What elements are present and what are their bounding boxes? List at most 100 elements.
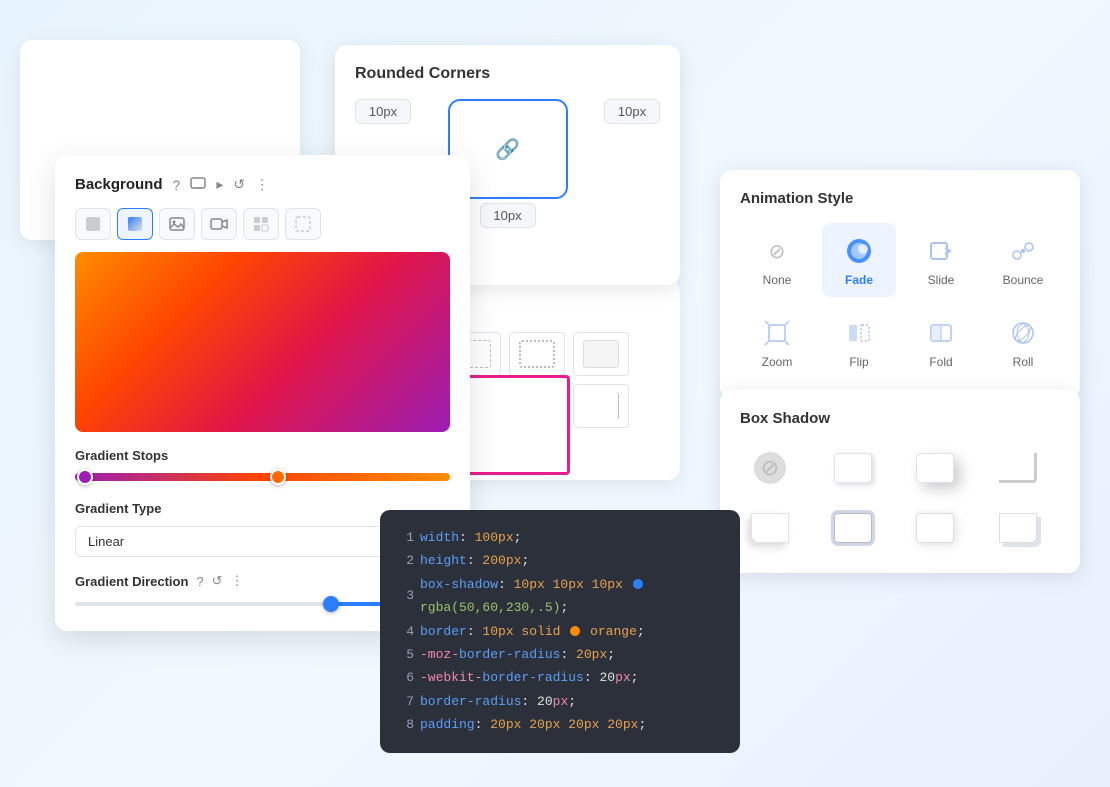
- line-num-7: 7: [398, 690, 414, 713]
- panel-header: Background ? ▸ ↺ ⋮: [75, 175, 450, 194]
- dir-undo-icon[interactable]: ↺: [212, 573, 223, 589]
- anim-fold-icon: [923, 315, 959, 351]
- shadow-s5[interactable]: [823, 503, 883, 553]
- gradient-preview: [75, 252, 450, 432]
- line-num-3: 3: [398, 584, 414, 607]
- anim-flip-label: Flip: [849, 355, 868, 369]
- anim-slide[interactable]: Slide: [904, 223, 978, 297]
- anim-zoom[interactable]: Zoom: [740, 305, 814, 379]
- dir-menu-icon[interactable]: ⋮: [231, 573, 244, 589]
- link-icon: 🔗: [495, 137, 520, 162]
- anim-roll[interactable]: Roll: [986, 305, 1060, 379]
- anim-none-icon: ⊘: [759, 233, 795, 269]
- anim-none-label: None: [763, 273, 792, 287]
- shadow-s2[interactable]: [905, 443, 965, 493]
- shadow-s1[interactable]: [823, 443, 883, 493]
- corner-top-left[interactable]: 10px: [355, 99, 411, 124]
- shadow-s3[interactable]: [988, 443, 1048, 493]
- box-shadow-title: Box Shadow: [740, 410, 1060, 427]
- fill-pattern-btn[interactable]: [243, 208, 279, 240]
- shadow-s2-preview: [916, 453, 954, 483]
- border-opt-4-inner: [583, 340, 619, 368]
- device-icon: [190, 175, 206, 194]
- code-content-1: width: 100px;: [420, 526, 521, 549]
- line-num-4: 4: [398, 620, 414, 643]
- fill-none-btn[interactable]: [285, 208, 321, 240]
- help-icon[interactable]: ?: [173, 177, 181, 193]
- background-panel-title: Background: [75, 176, 163, 193]
- code-tooltip: 1 width: 100px; 2 height: 200px; 3 box-s…: [380, 510, 740, 753]
- code-content-4: border: 10px solid orange;: [420, 620, 645, 643]
- code-content-6: -webkit-border-radius: 20px;: [420, 666, 638, 689]
- gradient-stops-track[interactable]: [75, 473, 450, 481]
- border-opt-4[interactable]: [573, 332, 629, 376]
- anim-slide-icon: [923, 233, 959, 269]
- menu-icon[interactable]: ⋮: [255, 176, 269, 193]
- toolbar-icons: [75, 208, 450, 240]
- anim-fold[interactable]: Fold: [904, 305, 978, 379]
- anim-none[interactable]: ⊘ None: [740, 223, 814, 297]
- animation-grid: ⊘ None Fade Slide: [740, 223, 1060, 379]
- shadow-s7-preview: [999, 513, 1037, 543]
- anim-fade[interactable]: Fade: [822, 223, 896, 297]
- anim-zoom-icon: [759, 315, 795, 351]
- code-line-3: 3 box-shadow: 10px 10px 10px rgba(50,60,…: [398, 573, 722, 620]
- line-num-1: 1: [398, 526, 414, 549]
- pointer-icon[interactable]: ▸: [216, 176, 223, 193]
- line-num-2: 2: [398, 549, 414, 572]
- border-opt-8-inner: [583, 392, 619, 420]
- anim-slide-label: Slide: [928, 273, 955, 287]
- gradient-stop-purple[interactable]: [77, 469, 93, 485]
- anim-roll-icon: [1005, 315, 1041, 351]
- code-content-8: padding: 20px 20px 20px 20px;: [420, 713, 646, 736]
- code-content-7: border-radius: 20px;: [420, 690, 576, 713]
- code-line-5: 5 -moz-border-radius: 20px;: [398, 643, 722, 666]
- corner-top-right[interactable]: 10px: [604, 99, 660, 124]
- dir-slider[interactable]: [75, 602, 395, 606]
- fill-solid-btn[interactable]: [75, 208, 111, 240]
- fill-image-btn[interactable]: [159, 208, 195, 240]
- line-num-6: 6: [398, 666, 414, 689]
- shadow-none-preview: ⊘: [754, 452, 786, 484]
- anim-flip[interactable]: Flip: [822, 305, 896, 379]
- anim-zoom-label: Zoom: [762, 355, 793, 369]
- undo-icon[interactable]: ↺: [233, 176, 245, 193]
- border-opt-8[interactable]: [573, 384, 629, 428]
- gradient-stop-orange[interactable]: [270, 469, 286, 485]
- shadow-none[interactable]: ⊘: [740, 443, 800, 493]
- shadow-grid: ⊘: [740, 443, 1060, 553]
- shadow-s6-preview: [916, 513, 954, 543]
- shadow-s1-preview: [834, 453, 872, 483]
- code-line-2: 2 height: 200px;: [398, 549, 722, 572]
- dir-thumb[interactable]: [323, 596, 339, 612]
- anim-flip-icon: [841, 315, 877, 351]
- border-opt-3[interactable]: [509, 332, 565, 376]
- code-content-3: box-shadow: 10px 10px 10px rgba(50,60,23…: [420, 573, 722, 620]
- shadow-s6[interactable]: [905, 503, 965, 553]
- anim-bounce-icon: [1005, 233, 1041, 269]
- anim-roll-label: Roll: [1013, 355, 1034, 369]
- dir-help-icon[interactable]: ?: [196, 574, 203, 589]
- animation-style-panel: Animation Style ⊘ None Fade S: [720, 170, 1080, 399]
- code-content-5: -moz-border-radius: 20px;: [420, 643, 615, 666]
- shadow-s7[interactable]: [988, 503, 1048, 553]
- fill-video-btn[interactable]: [201, 208, 237, 240]
- corner-bottom[interactable]: 10px: [480, 203, 536, 228]
- fill-gradient-btn[interactable]: [117, 208, 153, 240]
- code-content-2: height: 200px;: [420, 549, 529, 572]
- shadow-s4[interactable]: [740, 503, 800, 553]
- code-line-4: 4 border: 10px solid orange;: [398, 620, 722, 643]
- line-num-5: 5: [398, 643, 414, 666]
- anim-fade-label: Fade: [845, 273, 873, 287]
- code-line-1: 1 width: 100px;: [398, 526, 722, 549]
- rounded-corners-title: Rounded Corners: [355, 65, 660, 83]
- gradient-type-value: Linear: [88, 534, 124, 549]
- anim-fold-label: Fold: [929, 355, 952, 369]
- box-shadow-panel: Box Shadow ⊘: [720, 390, 1080, 573]
- gradient-dir-label: Gradient Direction: [75, 574, 188, 589]
- shadow-s3-preview: [999, 453, 1037, 483]
- shadow-s4-preview: [751, 513, 789, 543]
- shadow-s5-preview: [834, 513, 872, 543]
- anim-bounce[interactable]: Bounce: [986, 223, 1060, 297]
- code-line-7: 7 border-radius: 20px;: [398, 690, 722, 713]
